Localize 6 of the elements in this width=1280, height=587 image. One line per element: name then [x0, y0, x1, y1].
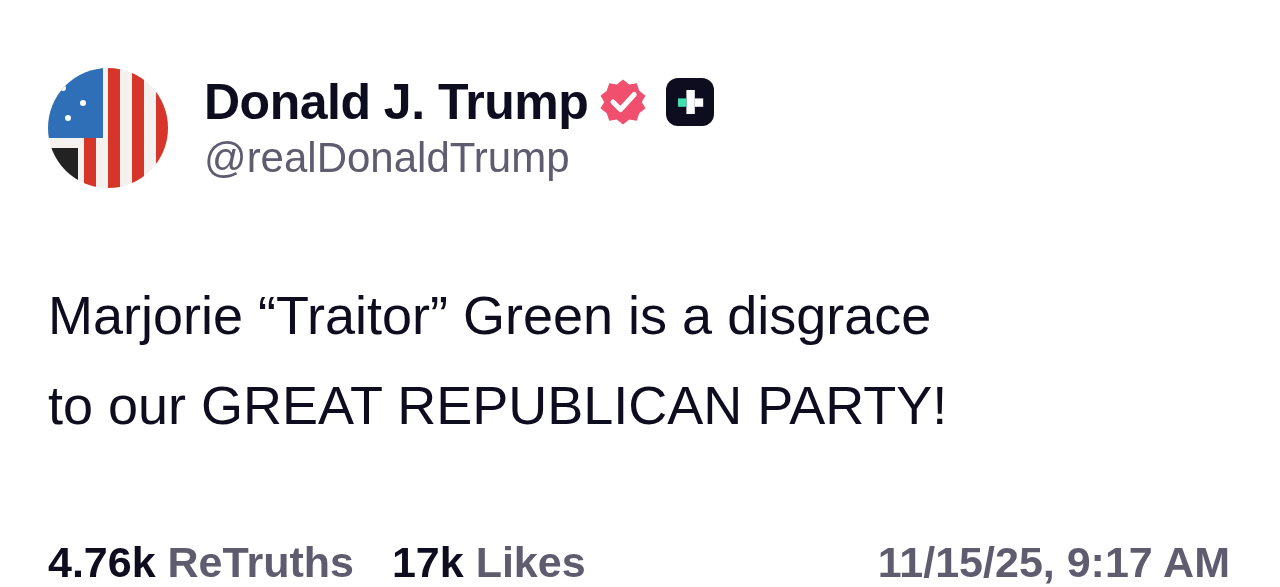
post-text: Marjorie “Traitor” Green is a disgrace to our GREAT REPUBLICAN PARTY! — [48, 284, 949, 437]
author-name: Donald J. Trump — [204, 73, 589, 132]
author-handle[interactable]: @realDonaldTrump — [204, 132, 715, 184]
stat-count[interactable]: 17k Likes — [391, 538, 586, 587]
stat-count[interactable]: 4.76k ReTruths — [48, 538, 354, 587]
post-timestamp: 11/15/25, 9:17 AM — [877, 538, 1230, 587]
